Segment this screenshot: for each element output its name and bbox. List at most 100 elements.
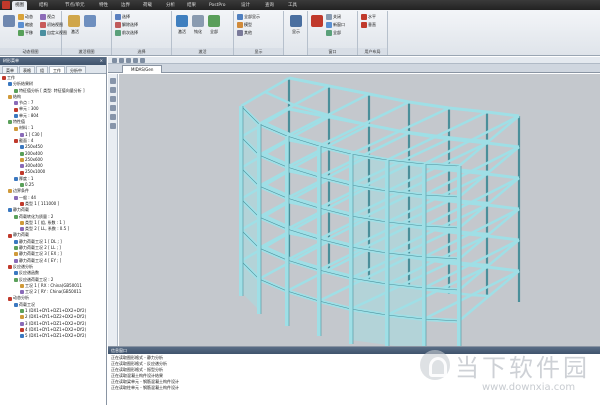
app-menu-icon[interactable]	[2, 1, 10, 9]
tree-node-icon	[20, 315, 24, 320]
tree-node-icon	[20, 183, 24, 188]
tab-results[interactable]: 结果	[184, 1, 199, 10]
deactivate-icon[interactable]	[192, 15, 204, 27]
tree-node-icon	[14, 139, 18, 144]
tab-table[interactable]: 表格	[19, 66, 35, 73]
dynamic-button[interactable]: 动态	[18, 14, 33, 20]
previous-select-button[interactable]: 前次选择	[115, 30, 138, 36]
tree-node-icon	[20, 202, 24, 207]
tree-node[interactable]: 5 (DX1+DY1+DZ1+DX2+DY2)	[0, 333, 106, 339]
tab-query[interactable]: 查询	[262, 1, 277, 10]
tab-node-element[interactable]: 节点/单元	[62, 1, 88, 10]
activate-icon[interactable]	[176, 15, 188, 27]
tree-node-icon	[8, 265, 12, 270]
model-icon	[237, 22, 243, 28]
toolbar-tool-icon[interactable]	[133, 58, 138, 63]
all-windows-button[interactable]: 全部	[326, 30, 341, 36]
tab-analysis-in-progress[interactable]: 分析中	[66, 66, 86, 73]
horizontal-button[interactable]: 水平	[361, 14, 376, 20]
all-label: 全部	[210, 29, 218, 34]
tab-tools[interactable]: 工具	[285, 1, 300, 10]
toolbar-tool-icon[interactable]	[119, 58, 124, 63]
close-window-button[interactable]: 关闭	[326, 14, 341, 20]
tree-node-icon	[2, 76, 6, 81]
vtool-icon[interactable]	[110, 87, 116, 93]
tab-properties[interactable]: 特性	[96, 1, 111, 10]
ribbon-group-user-layout: 水平 垂直 用户布局	[358, 11, 388, 55]
tree-node-label: 类型 2 [ LL, 系数 : 0.5 ]	[25, 226, 70, 232]
tree-node-icon	[14, 258, 18, 263]
tree-node-icon	[20, 170, 24, 175]
other-button[interactable]: 其他	[237, 30, 252, 36]
activate-view-icon[interactable]	[68, 15, 80, 27]
all-windows-icon	[326, 30, 332, 36]
group-label-select: 选择	[112, 48, 171, 55]
vtool-icon[interactable]	[110, 123, 116, 129]
vertical-toolbar	[108, 74, 118, 346]
tree-node-label: 类型 1 [ 111000 ]	[25, 200, 60, 206]
all-icon[interactable]	[208, 15, 220, 27]
group-label-display: 显示	[234, 48, 283, 55]
tab-menu[interactable]: 菜单	[2, 66, 18, 73]
toolbar-tool-icon[interactable]	[140, 58, 145, 63]
zoom-icon	[18, 22, 24, 28]
tree-node-icon	[14, 101, 18, 106]
deselect-button[interactable]: 解除选择	[115, 22, 138, 28]
tree-node-icon	[14, 214, 18, 219]
group-label-dynamic-view: 动态视图	[0, 48, 61, 55]
tab-design[interactable]: 设计	[238, 1, 253, 10]
vtool-icon[interactable]	[110, 105, 116, 111]
dynamic-icon[interactable]	[3, 15, 15, 27]
pan-icon	[18, 30, 24, 36]
work-tree: 工作 分析结果树 特征值分析 [ 类型: 特征值向量分析 ] 结构 节点 : 7 单元 :…	[0, 74, 106, 339]
select-button[interactable]: 选择	[115, 14, 130, 20]
group-label-activation: 激活	[172, 48, 233, 55]
vtool-icon[interactable]	[110, 96, 116, 102]
tree-node-icon	[20, 132, 24, 137]
tab-postpro[interactable]: PostPro	[206, 1, 229, 10]
floor-beam-back	[288, 76, 520, 118]
tree-node-icon	[20, 151, 24, 156]
tree-node-icon	[20, 164, 24, 169]
vertical-button[interactable]: 垂直	[361, 22, 376, 28]
tree-node-icon	[14, 113, 18, 118]
window-icon[interactable]	[311, 15, 323, 27]
zoom-button[interactable]: 缩放	[18, 22, 33, 28]
panel-title-bar: 树形菜单 ×	[0, 57, 106, 65]
tab-view[interactable]: 视图	[12, 1, 27, 10]
close-window-icon	[326, 14, 332, 20]
tree-node-label: 工况 2 [ RY : China(GB50011	[25, 289, 82, 295]
pan-button[interactable]: 平移	[18, 30, 33, 36]
tree-node-icon	[8, 82, 12, 87]
tree-node-icon	[14, 246, 18, 251]
close-icon[interactable]: ×	[100, 57, 103, 65]
building-frame	[239, 76, 521, 346]
tree-menu-panel: 树形菜单 × 菜单 表格 组 工作 分析中 工作 分析结果树 特征值分析 [ 类型:…	[0, 57, 107, 405]
toolbar-tool-icon[interactable]	[112, 58, 117, 63]
tab-work[interactable]: 工作	[49, 66, 65, 73]
toolbar-tool-icon[interactable]	[126, 58, 131, 63]
show-all-button[interactable]: 全部显示	[237, 14, 260, 20]
tab-structure[interactable]: 结构	[36, 1, 51, 10]
tab-boundary[interactable]: 边界	[118, 1, 133, 10]
tree-node-icon	[20, 309, 24, 314]
model-viewport[interactable]	[119, 74, 600, 346]
new-window-button[interactable]: 新窗口	[326, 22, 345, 28]
model-button[interactable]: 模型	[237, 22, 252, 28]
viewpoint-button[interactable]: 视点	[40, 14, 55, 20]
display-icon[interactable]	[290, 15, 302, 27]
tree-node-icon	[8, 208, 12, 213]
other-icon	[237, 30, 243, 36]
tab-load[interactable]: 荷载	[140, 1, 155, 10]
tab-midas-gen[interactable]: MIDAS/Gen	[122, 65, 163, 73]
tree-node-icon	[20, 321, 24, 326]
tab-analysis[interactable]: 分析	[163, 1, 178, 10]
deactivate-label: 钝化	[194, 29, 202, 34]
vtool-icon[interactable]	[110, 78, 116, 84]
new-window-icon	[326, 22, 332, 28]
view-option-icon[interactable]	[84, 15, 96, 27]
vtool-icon[interactable]	[110, 114, 116, 120]
tree-node-icon	[8, 189, 12, 194]
tab-group[interactable]: 组	[36, 66, 48, 73]
initial-view-button[interactable]: 初始视图	[40, 22, 63, 28]
